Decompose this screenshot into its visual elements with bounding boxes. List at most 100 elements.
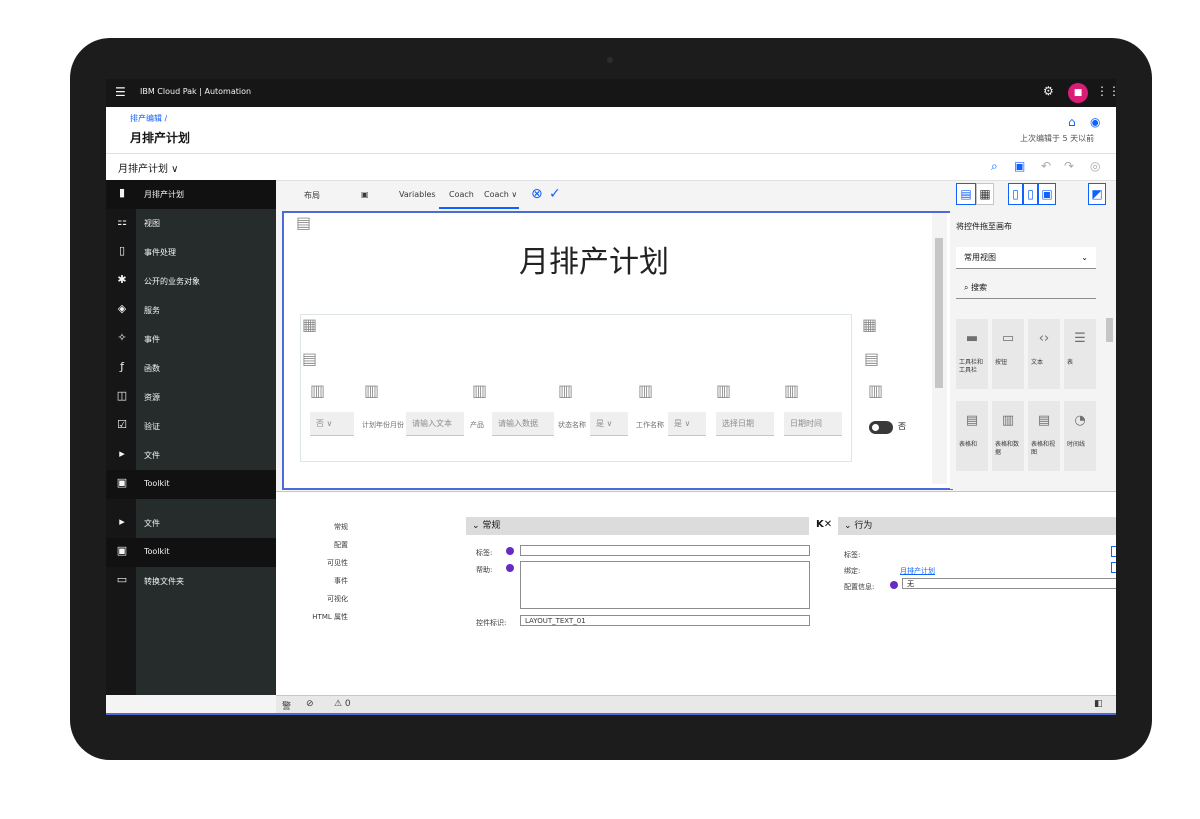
canvas-scrollbar[interactable]	[932, 213, 947, 484]
sidebar-item[interactable]: ▭ 转换文件夹	[106, 567, 276, 596]
status-error[interactable]: ⊘	[306, 699, 314, 709]
status-alert[interactable]: ⚠ 0	[334, 699, 351, 709]
settings-icon[interactable]: ⊗	[531, 186, 543, 202]
field-select[interactable]: 是 ∨	[590, 412, 628, 436]
sidebar-item[interactable]: ƒ 函数	[106, 354, 276, 383]
sidebar-item[interactable]: ☑ 验证	[106, 412, 276, 441]
tile-label: 时间线	[1067, 441, 1086, 448]
section-header-behavior[interactable]: ⌄ 行为	[838, 517, 1116, 535]
design-canvas[interactable]: ▤ 月排产计划 ▦ ▤ ▥ ▥ ▥ ▥ ▥ ▥ ▥ ▦ ▤ ▥ 否 ∨ 计划年份…	[282, 211, 953, 490]
palette-tile[interactable]: ▤ 表格和	[956, 401, 988, 471]
collapse-icon[interactable]: K✕	[816, 519, 832, 530]
control-id-input[interactable]: LAYOUT_TEXT_01	[520, 615, 810, 626]
search-icon[interactable]: ⌕	[991, 159, 998, 174]
toggle-label: 否	[898, 422, 906, 431]
prop-nav-events[interactable]: 事件	[288, 576, 348, 586]
prop-nav-visual[interactable]: 可视化	[288, 594, 348, 604]
prop-nav-visibility[interactable]: 可见性	[288, 558, 348, 568]
palette-tile[interactable]: ◔ 时间线	[1064, 401, 1096, 471]
scroll-thumb[interactable]	[1106, 318, 1113, 342]
check-icon[interactable]: ✓	[549, 186, 561, 202]
finish-editing-icon[interactable]: ◎	[1090, 159, 1100, 173]
panel-toggle-icon[interactable]: ◧	[1094, 699, 1103, 709]
select-button[interactable]: 选择	[1111, 546, 1116, 557]
page-header: 排产编辑 / 月排产计划 ⌂ ◉ 上次编辑于 5 天以前	[106, 107, 1116, 154]
view-grid-button[interactable]: ▦	[976, 183, 994, 205]
layout-left-button[interactable]: ▯	[1008, 183, 1023, 205]
tab-coach[interactable]: Coach	[449, 190, 474, 199]
sidebar-item[interactable]: ◈ 服务	[106, 296, 276, 325]
breadcrumb[interactable]: 排产编辑 /	[130, 113, 167, 124]
tab-grid[interactable]: ▣	[361, 190, 369, 199]
palette-tile[interactable]: ▭ 按钮	[992, 319, 1024, 389]
field-input[interactable]: 请输入数据	[492, 412, 554, 436]
sidebar-item-label: 事件	[144, 335, 160, 344]
field-select[interactable]: 是 ∨	[668, 412, 706, 436]
select-button[interactable]: 选择	[1111, 562, 1116, 573]
sidebar-item[interactable]: ◫ 资源	[106, 383, 276, 412]
table-icon: ▥	[716, 381, 732, 400]
section-header-general[interactable]: ⌄ 常规	[466, 517, 809, 535]
page-selector[interactable]: 月排产计划 ∨	[118, 160, 179, 175]
prop-nav-general[interactable]: 常规	[288, 522, 348, 532]
palette-tile[interactable]: ‹› 文本	[1028, 319, 1060, 389]
undo-icon[interactable]: ↶	[1041, 159, 1051, 173]
sidebar-item[interactable]: ⚏ 视图	[106, 209, 276, 238]
table-icon: ▤	[965, 413, 979, 428]
tag-label: 标签:	[844, 551, 861, 559]
binding-link[interactable]: 月排产计划	[900, 566, 935, 576]
redo-icon[interactable]: ↷	[1064, 159, 1074, 173]
palette-search[interactable]: ⌕ 搜索	[956, 277, 1096, 299]
palette-tile[interactable]: ▬ 工具栏和工具栏	[956, 319, 988, 389]
field-select[interactable]: 否 ∨	[310, 412, 354, 436]
sidebar-item[interactable]: ▸ 文件	[106, 441, 276, 470]
layout-desktop-button[interactable]: ▣	[1038, 183, 1056, 205]
label-input[interactable]	[520, 545, 810, 556]
field-input[interactable]: 请输入文本	[406, 412, 464, 436]
sidebar-item[interactable]: ▸ 文件	[106, 509, 276, 538]
table-icon: ▤	[302, 349, 318, 368]
scroll-thumb[interactable]	[935, 238, 943, 388]
palette-tile[interactable]: ☰ 表	[1064, 319, 1096, 389]
status-warning[interactable]: 警	[282, 699, 291, 712]
avatar[interactable]: ■	[1068, 83, 1088, 103]
help-textarea[interactable]	[520, 561, 810, 609]
config-label: 配置信息:	[844, 583, 875, 591]
preview-button[interactable]: ◩	[1088, 183, 1106, 205]
help-icon[interactable]: ◉	[1090, 115, 1100, 129]
sidebar-item[interactable]: ▣ Toolkit	[106, 538, 276, 567]
datetime-input[interactable]: 日期时间	[784, 412, 842, 436]
snapshot-icon[interactable]: ▣	[1014, 159, 1025, 173]
date-input[interactable]: 选择日期	[716, 412, 774, 436]
settings-icon[interactable]: ⚙	[1043, 84, 1054, 98]
sidebar-item[interactable]: ▮ 月排产计划	[106, 180, 276, 209]
variable-binding-icon[interactable]	[890, 581, 898, 589]
sidebar-item[interactable]: ✱ 公开的业务对象	[106, 267, 276, 296]
prop-nav-html[interactable]: HTML 属性	[288, 612, 348, 622]
palette-scrollbar[interactable]	[1105, 308, 1114, 468]
sidebar-item[interactable]: ▣ Toolkit	[106, 470, 276, 499]
tab-variables[interactable]: Variables	[399, 190, 436, 199]
tab-layout[interactable]: 布局	[304, 190, 320, 201]
variable-binding-icon[interactable]	[506, 547, 514, 555]
home-icon[interactable]: ⌂	[1068, 115, 1076, 129]
app-switcher-icon[interactable]: ⋮⋮	[1096, 84, 1116, 98]
palette-tile[interactable]: ▥ 表格和数据	[992, 401, 1024, 471]
view-design-button[interactable]: ▤	[956, 183, 976, 205]
hamburger-menu-icon[interactable]: ☰	[115, 85, 126, 99]
tile-label: 表格和	[959, 441, 978, 448]
layout-mid-button[interactable]: ▯	[1023, 183, 1038, 205]
table-icon: ▥	[868, 381, 884, 400]
sidebar-item-icon: ▸	[119, 447, 125, 460]
coach-dropdown[interactable]: Coach ∨	[484, 190, 517, 199]
sidebar-item[interactable]: ✧ 事件	[106, 325, 276, 354]
config-select[interactable]: 无⌄	[902, 578, 1116, 589]
tile-label: 表格和数据	[995, 441, 1020, 456]
camera-dot	[607, 57, 613, 63]
palette-dropdown[interactable]: 常用视图 ⌄	[956, 247, 1096, 269]
sidebar-item[interactable]: ▯ 事件处理	[106, 238, 276, 267]
toggle-switch[interactable]	[869, 421, 893, 434]
palette-tile[interactable]: ▤ 表格和视图	[1028, 401, 1060, 471]
variable-binding-icon[interactable]	[506, 564, 514, 572]
prop-nav-config[interactable]: 配置	[288, 540, 348, 550]
